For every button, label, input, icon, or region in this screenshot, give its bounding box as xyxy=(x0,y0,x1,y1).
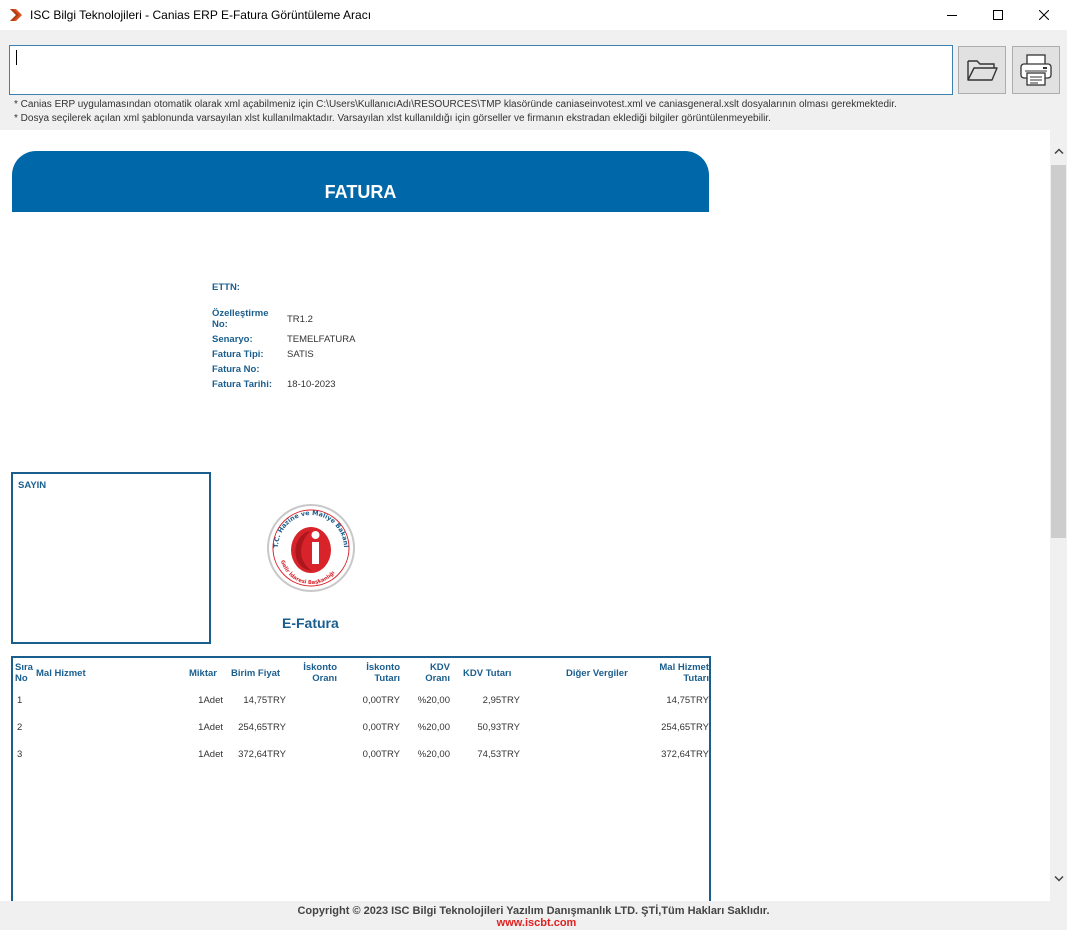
invoice-no-label: Fatura No: xyxy=(212,364,260,375)
row-3-sira: 3 xyxy=(17,749,23,760)
row-3-miktar: 1Adet xyxy=(198,749,223,760)
recipient-label: SAYIN xyxy=(18,480,47,491)
invoice-viewer[interactable]: FATURA ETTN: Özelleştirme No: TR1.2 Sena… xyxy=(0,130,1050,901)
title-bar[interactable]: ISC Bilgi Teknolojileri - Canias ERP E-F… xyxy=(0,0,1067,30)
close-button[interactable] xyxy=(1021,0,1067,30)
ettn-label: ETTN: xyxy=(212,282,240,293)
invoice-date-label: Fatura Tarihi: xyxy=(212,379,272,390)
row-1-kdv-tutari: 2,95TRY xyxy=(482,695,520,706)
minimize-icon xyxy=(947,15,957,16)
invoice-type-label: Fatura Tipi: xyxy=(212,349,264,360)
info-note-1: * Canias ERP uygulamasından otomatik ola… xyxy=(14,99,897,110)
row-2-iskonto-tutari: 0,00TRY xyxy=(362,722,400,733)
invoice-date-value: 18-10-2023 xyxy=(287,379,336,390)
close-icon xyxy=(1039,10,1049,20)
row-2-kdv-tutari: 50,93TRY xyxy=(477,722,520,733)
header-birim-fiyat: Birim Fiyat xyxy=(231,668,281,679)
print-button[interactable] xyxy=(1012,46,1060,94)
isc-chevron-icon xyxy=(10,9,22,21)
row-3-kdv-orani: %20,00 xyxy=(417,749,450,760)
printer-icon xyxy=(1020,54,1052,86)
header-mal-hizmet-tutari: Mal Hizmet Tutarı xyxy=(659,662,709,684)
customization-no-label: Özelleştirme No: xyxy=(212,308,269,330)
header-kdv-orani: KDV Oranı xyxy=(425,662,450,684)
website-link[interactable]: www.iscbt.com xyxy=(0,917,1067,929)
header-iskonto-orani: İskonto Oranı xyxy=(303,662,337,684)
header-iskonto-tutari: İskonto Tutarı xyxy=(366,662,400,684)
row-1-sira: 1 xyxy=(17,695,23,706)
scenario-label: Senaryo: xyxy=(212,334,253,345)
file-path-input[interactable] xyxy=(9,45,953,95)
efatura-label: E-Fatura xyxy=(282,615,339,631)
invoice-banner-title: FATURA xyxy=(324,182,397,202)
chevron-up-icon xyxy=(1053,147,1064,154)
minimize-button[interactable] xyxy=(929,0,975,30)
folder-open-icon xyxy=(967,60,998,81)
chevron-down-icon xyxy=(1053,875,1064,882)
viewer-scrollbar[interactable] xyxy=(1050,130,1067,901)
scroll-thumb[interactable] xyxy=(1051,165,1066,538)
header-diger-vergiler: Diğer Vergiler xyxy=(566,668,628,679)
recipient-box: SAYIN xyxy=(11,472,211,644)
row-1-birim-fiyat: 14,75TRY xyxy=(243,695,286,706)
row-1-tutar: 14,75TRY xyxy=(666,695,709,706)
footer: Copyright © 2023 ISC Bilgi Teknolojileri… xyxy=(0,901,1067,930)
header-kdv-tutari: KDV Tutarı xyxy=(463,668,512,679)
gib-logo: T.C. Hazine ve Maliye Bakanlığı Gelir İd… xyxy=(266,503,355,592)
header-mal-hizmet: Mal Hizmet xyxy=(36,668,86,679)
invoice-items-table: Sıra No Mal Hizmet Miktar Birim Fiyat İs… xyxy=(11,656,711,901)
maximize-icon xyxy=(993,10,1003,20)
row-2-sira: 2 xyxy=(17,722,23,733)
info-note-2: * Dosya seçilerek açılan xml şablonunda … xyxy=(14,113,771,124)
row-2-kdv-orani: %20,00 xyxy=(417,722,450,733)
row-2-tutar: 254,65TRY xyxy=(661,722,709,733)
window-title: ISC Bilgi Teknolojileri - Canias ERP E-F… xyxy=(30,8,372,22)
scenario-value: TEMELFATURA xyxy=(287,334,356,345)
header-miktar: Miktar xyxy=(189,668,217,679)
customization-no-value: TR1.2 xyxy=(287,314,313,325)
row-3-tutar: 372,64TRY xyxy=(661,749,709,760)
maximize-button[interactable] xyxy=(975,0,1021,30)
row-1-kdv-orani: %20,00 xyxy=(417,695,450,706)
row-1-iskonto-tutari: 0,00TRY xyxy=(362,695,400,706)
scroll-up-button[interactable] xyxy=(1050,142,1067,159)
text-caret xyxy=(16,50,17,65)
row-3-iskonto-tutari: 0,00TRY xyxy=(362,749,400,760)
scroll-down-button[interactable] xyxy=(1050,870,1067,887)
invoice-banner: FATURA xyxy=(12,151,709,212)
header-sira-no: Sıra No xyxy=(15,662,33,684)
invoice-type-value: SATIS xyxy=(287,349,314,360)
row-3-kdv-tutari: 74,53TRY xyxy=(477,749,520,760)
row-2-miktar: 1Adet xyxy=(198,722,223,733)
row-2-birim-fiyat: 254,65TRY xyxy=(238,722,286,733)
open-file-button[interactable] xyxy=(958,46,1006,94)
copyright-text: Copyright © 2023 ISC Bilgi Teknolojileri… xyxy=(297,905,770,917)
row-1-miktar: 1Adet xyxy=(198,695,223,706)
row-3-birim-fiyat: 372,64TRY xyxy=(238,749,286,760)
